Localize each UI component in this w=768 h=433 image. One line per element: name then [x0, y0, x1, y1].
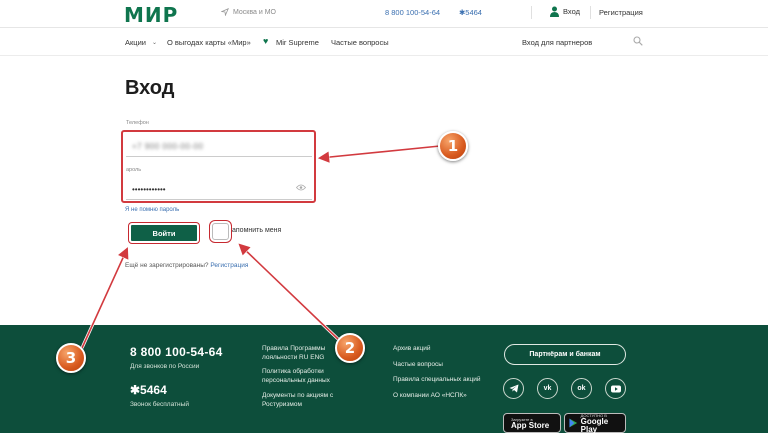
no-account-label: Ещё не зарегистрированы?: [125, 262, 209, 269]
remember-me-checkbox[interactable]: [212, 223, 229, 240]
credentials-highlight: [121, 130, 316, 203]
google-play-label: Google Play: [580, 416, 609, 433]
footer-phone[interactable]: 8 800 100-54-64: [130, 345, 223, 359]
location-arrow-icon: [221, 8, 229, 16]
divider: [590, 6, 591, 19]
main-nav: Акции ⌄ О выгодах карты «Мир» ♥ Mir Supr…: [0, 28, 768, 56]
google-play-icon: [569, 418, 578, 428]
footer-short-note: Звонок бесплатный: [130, 401, 189, 408]
google-play-badge[interactable]: ДОСТУПНО В Google Play: [564, 413, 626, 433]
search-icon[interactable]: [633, 36, 643, 46]
remember-me-label: апомнить меня: [232, 227, 282, 234]
telegram-icon[interactable]: [503, 378, 524, 399]
footer-link-archive[interactable]: Архив акций: [393, 344, 430, 353]
footer-phone-note: Для звонков по России: [130, 363, 200, 370]
footer-link-privacy-policy[interactable]: Политика обработки персональных данных: [262, 367, 357, 385]
annotation-badge-2: 2: [335, 333, 365, 363]
footer-link-faq[interactable]: Частые вопросы: [393, 360, 443, 369]
youtube-icon[interactable]: [605, 378, 626, 399]
footer-link-tourism-docs[interactable]: Документы по акциям с Ростуризмом: [262, 391, 357, 409]
no-account-text: Ещё не зарегистрированы? Регистрация: [125, 262, 248, 269]
annotation-badge-3: 3: [56, 343, 86, 373]
nav-item-faq[interactable]: Частые вопросы: [331, 38, 389, 47]
nav-item-benefits[interactable]: О выгодах карты «Мир»: [167, 38, 251, 47]
register-link[interactable]: Регистрация: [210, 262, 248, 269]
app-store-badge[interactable]: Загрузите в App Store: [503, 413, 561, 433]
header-phone[interactable]: 8 800 100-54-64: [385, 8, 440, 17]
header-short-number[interactable]: ✱5464: [459, 8, 482, 17]
vk-icon[interactable]: vk: [537, 378, 558, 399]
footer-link-special-rules[interactable]: Правила специальных акций: [393, 375, 481, 384]
phone-label: Телефон: [126, 120, 149, 126]
top-bar: МИР Москва и МО 8 800 100-54-64 ✱5464 Вх…: [0, 0, 768, 28]
partners-button[interactable]: Партнёрам и банкам: [504, 344, 626, 365]
header-register-link[interactable]: Регистрация: [599, 8, 643, 17]
page-title: Вход: [125, 77, 175, 99]
forgot-password-link[interactable]: Я не помню пароль: [125, 207, 179, 213]
arrow-1: [320, 145, 441, 158]
heart-icon: ♥: [263, 36, 269, 46]
chevron-down-icon: ⌄: [152, 40, 158, 46]
mir-logo[interactable]: МИР: [124, 3, 178, 27]
divider: [531, 6, 532, 19]
ok-icon[interactable]: ok: [571, 378, 592, 399]
footer-short-number[interactable]: ✱5464: [130, 383, 167, 397]
partner-login-link[interactable]: Вход для партнеров: [522, 38, 592, 47]
location-selector[interactable]: Москва и МО: [221, 8, 276, 16]
login-submit-button[interactable]: Войти: [129, 223, 199, 243]
nav-item-mir-supreme[interactable]: Mir Supreme: [276, 38, 319, 47]
user-icon: [550, 6, 559, 17]
footer: 8 800 100-54-64 Для звонков по России ✱5…: [0, 325, 768, 433]
nav-item-promotions[interactable]: Акции: [125, 38, 146, 47]
footer-link-about[interactable]: О компании АО «НСПК»: [393, 391, 467, 400]
app-store-label: App Store: [511, 420, 550, 430]
login-label: Вход: [563, 7, 580, 16]
annotation-badge-1: 1: [438, 131, 468, 161]
location-label: Москва и МО: [233, 8, 276, 16]
header-login-link[interactable]: Вход: [550, 6, 580, 17]
